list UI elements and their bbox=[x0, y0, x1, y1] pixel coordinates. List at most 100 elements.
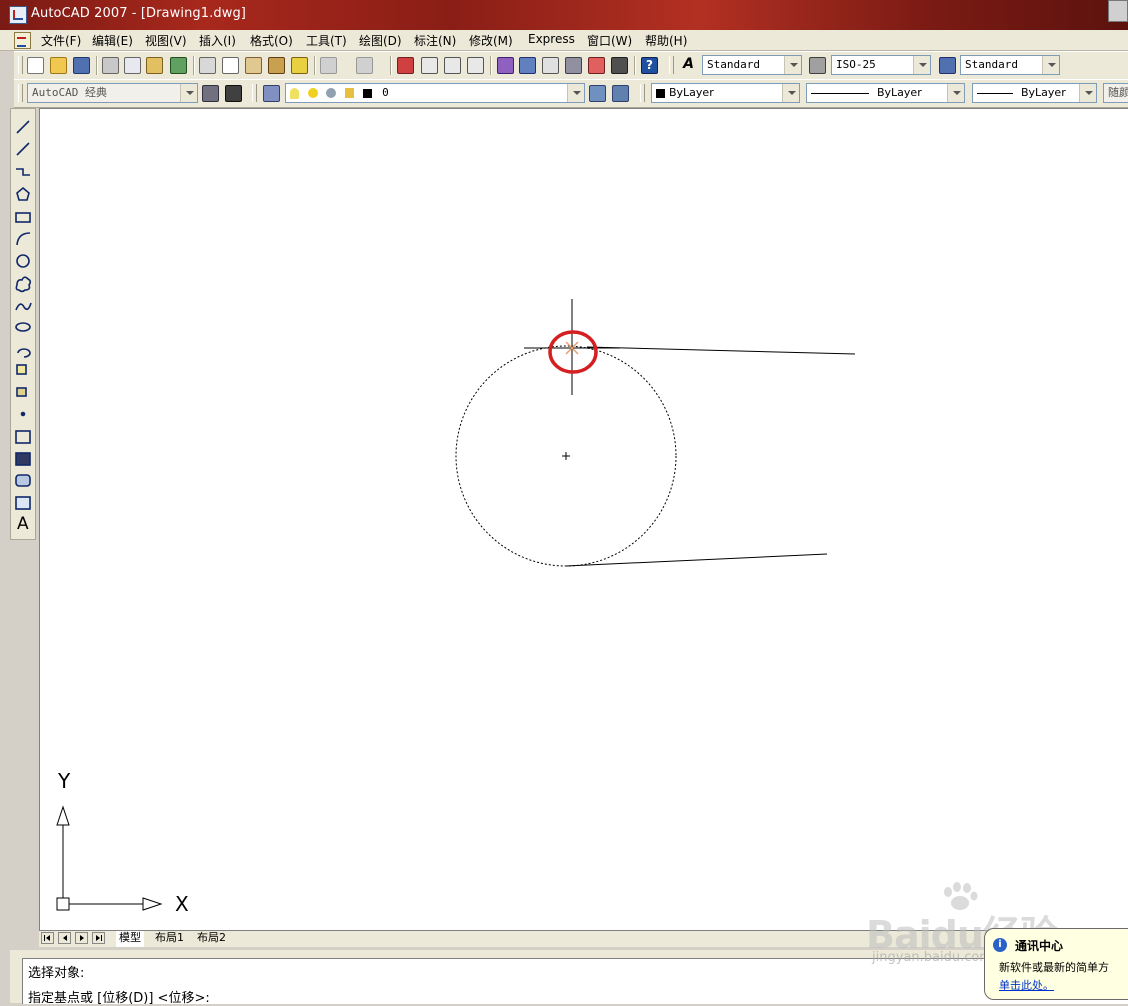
document-icon[interactable] bbox=[14, 32, 31, 49]
sheet-set-icon[interactable] bbox=[565, 57, 582, 74]
menu-edit[interactable]: 编辑(E) bbox=[92, 32, 133, 49]
drawing-area[interactable]: Y X bbox=[39, 108, 1128, 931]
open-icon[interactable] bbox=[50, 57, 67, 74]
chevron-down-icon[interactable] bbox=[947, 84, 964, 102]
zoom-window-icon[interactable] bbox=[444, 57, 461, 74]
help-icon[interactable]: ? bbox=[641, 57, 658, 74]
sun-icon[interactable] bbox=[307, 88, 318, 98]
upper-line[interactable] bbox=[586, 346, 856, 355]
plot-icon[interactable] bbox=[102, 57, 119, 74]
menu-help[interactable]: 帮助(H) bbox=[645, 32, 687, 49]
tab-prev-button[interactable] bbox=[58, 932, 71, 944]
balloon-link[interactable]: 单击此处。 bbox=[999, 977, 1054, 993]
design-center-icon[interactable] bbox=[519, 57, 536, 74]
plot-style-dropdown[interactable]: 随颜 bbox=[1103, 83, 1128, 103]
tab-first-button[interactable] bbox=[41, 932, 54, 944]
tab-layout2[interactable]: 布局2 bbox=[194, 931, 229, 946]
layer-previous-icon[interactable] bbox=[612, 85, 629, 102]
make-layer-current-icon[interactable] bbox=[589, 85, 606, 102]
highlight-circle bbox=[548, 330, 598, 374]
menu-modify[interactable]: 修改(M) bbox=[469, 32, 513, 49]
linetype-dropdown[interactable]: ByLayer bbox=[806, 83, 965, 103]
my-workspace-icon[interactable] bbox=[225, 85, 242, 102]
communication-center-balloon[interactable]: i 通讯中心 新软件或最新的简单方 单击此处。 bbox=[984, 928, 1128, 1000]
ucs-x-label: X bbox=[175, 892, 189, 916]
layer-manager-icon[interactable] bbox=[263, 85, 280, 102]
toolbar-grip[interactable] bbox=[669, 56, 674, 74]
tab-layout1[interactable]: 布局1 bbox=[152, 931, 187, 946]
window-title: AutoCAD 2007 - [Drawing1.dwg] bbox=[31, 6, 246, 21]
calculator-icon[interactable] bbox=[611, 57, 628, 74]
menu-insert[interactable]: 插入(I) bbox=[199, 32, 236, 49]
toolbar-grip[interactable] bbox=[18, 84, 23, 102]
tab-last-button[interactable] bbox=[92, 932, 105, 944]
publish-icon[interactable] bbox=[146, 57, 163, 74]
ucs-y-label: Y bbox=[58, 769, 71, 793]
zoom-realtime-icon[interactable] bbox=[421, 57, 438, 74]
chevron-down-icon[interactable] bbox=[1042, 56, 1059, 74]
menu-format[interactable]: 格式(O) bbox=[250, 32, 293, 49]
arc-icon bbox=[16, 232, 31, 246]
new-icon[interactable] bbox=[27, 57, 44, 74]
save-icon[interactable] bbox=[73, 57, 90, 74]
chevron-down-icon[interactable] bbox=[180, 84, 197, 102]
color-dropdown[interactable]: ByLayer bbox=[651, 83, 800, 103]
menu-express[interactable]: Express bbox=[528, 32, 575, 46]
chevron-down-icon[interactable] bbox=[1079, 84, 1096, 102]
copy-icon[interactable] bbox=[222, 57, 239, 74]
autocad-app-icon[interactable] bbox=[9, 6, 27, 24]
layer-dropdown[interactable]: 0 bbox=[285, 83, 585, 103]
chevron-down-icon[interactable] bbox=[782, 84, 799, 102]
dim-style-icon[interactable] bbox=[809, 57, 826, 74]
linetype-preview bbox=[811, 92, 869, 94]
tool-palettes-icon[interactable] bbox=[542, 57, 559, 74]
menu-file[interactable]: 文件(F) bbox=[41, 32, 81, 49]
tab-next-button[interactable] bbox=[75, 932, 88, 944]
workspace-settings-icon[interactable] bbox=[202, 85, 219, 102]
chevron-down-icon[interactable] bbox=[913, 56, 930, 74]
multiline-text-icon[interactable]: A bbox=[17, 514, 29, 534]
lower-line[interactable] bbox=[565, 553, 828, 567]
markup-icon[interactable] bbox=[588, 57, 605, 74]
layer-color-swatch bbox=[362, 88, 372, 98]
menu-window[interactable]: 窗口(W) bbox=[587, 32, 632, 49]
chevron-down-icon[interactable] bbox=[567, 84, 584, 102]
menu-dimension[interactable]: 标注(N) bbox=[414, 32, 456, 49]
menu-draw[interactable]: 绘图(D) bbox=[359, 32, 402, 49]
text-style-icon[interactable]: A bbox=[680, 57, 697, 74]
freeze-icon[interactable] bbox=[326, 88, 337, 98]
toolbar-grip[interactable] bbox=[252, 84, 257, 102]
table-style-dropdown[interactable]: Standard bbox=[960, 55, 1060, 75]
menu-bar: 文件(F) 编辑(E) 视图(V) 插入(I) 格式(O) 工具(T) 绘图(D… bbox=[0, 30, 1128, 51]
lineweight-dropdown[interactable]: ByLayer bbox=[972, 83, 1097, 103]
zoom-previous-icon[interactable] bbox=[467, 57, 484, 74]
table-style-icon[interactable] bbox=[939, 57, 956, 74]
undo-icon[interactable] bbox=[320, 57, 337, 74]
menu-view[interactable]: 视图(V) bbox=[145, 32, 187, 49]
block-editor-icon[interactable] bbox=[291, 57, 308, 74]
chevron-down-icon[interactable] bbox=[784, 56, 801, 74]
redo-icon[interactable] bbox=[356, 57, 373, 74]
dim-style-dropdown[interactable]: ISO-25 bbox=[831, 55, 931, 75]
properties-icon[interactable] bbox=[497, 57, 514, 74]
window-close-button[interactable] bbox=[1108, 0, 1128, 22]
lightbulb-icon[interactable] bbox=[290, 87, 299, 99]
command-prompt-line[interactable]: 指定基点或 [位移(D)] <位移>: bbox=[28, 987, 210, 1006]
balloon-text: 新软件或最新的简单方 bbox=[999, 961, 1109, 974]
draw-toolbar: A bbox=[10, 108, 36, 540]
paste-icon[interactable] bbox=[245, 57, 262, 74]
match-properties-icon[interactable] bbox=[268, 57, 285, 74]
ellipse-arc-icon bbox=[17, 348, 31, 358]
text-style-dropdown[interactable]: Standard bbox=[702, 55, 802, 75]
plot-preview-icon[interactable] bbox=[124, 57, 141, 74]
3d-dwf-icon[interactable] bbox=[170, 57, 187, 74]
tab-model[interactable]: 模型 bbox=[116, 931, 144, 947]
menu-tools[interactable]: 工具(T) bbox=[306, 32, 347, 49]
toolbar-grip[interactable] bbox=[640, 84, 645, 102]
workspace-dropdown[interactable]: AutoCAD 经典 bbox=[27, 83, 198, 103]
toolbar-grip[interactable] bbox=[18, 56, 23, 74]
cut-icon[interactable] bbox=[199, 57, 216, 74]
lock-icon[interactable] bbox=[344, 88, 354, 98]
pan-icon[interactable] bbox=[397, 57, 414, 74]
drawing-svg[interactable] bbox=[40, 109, 1128, 931]
